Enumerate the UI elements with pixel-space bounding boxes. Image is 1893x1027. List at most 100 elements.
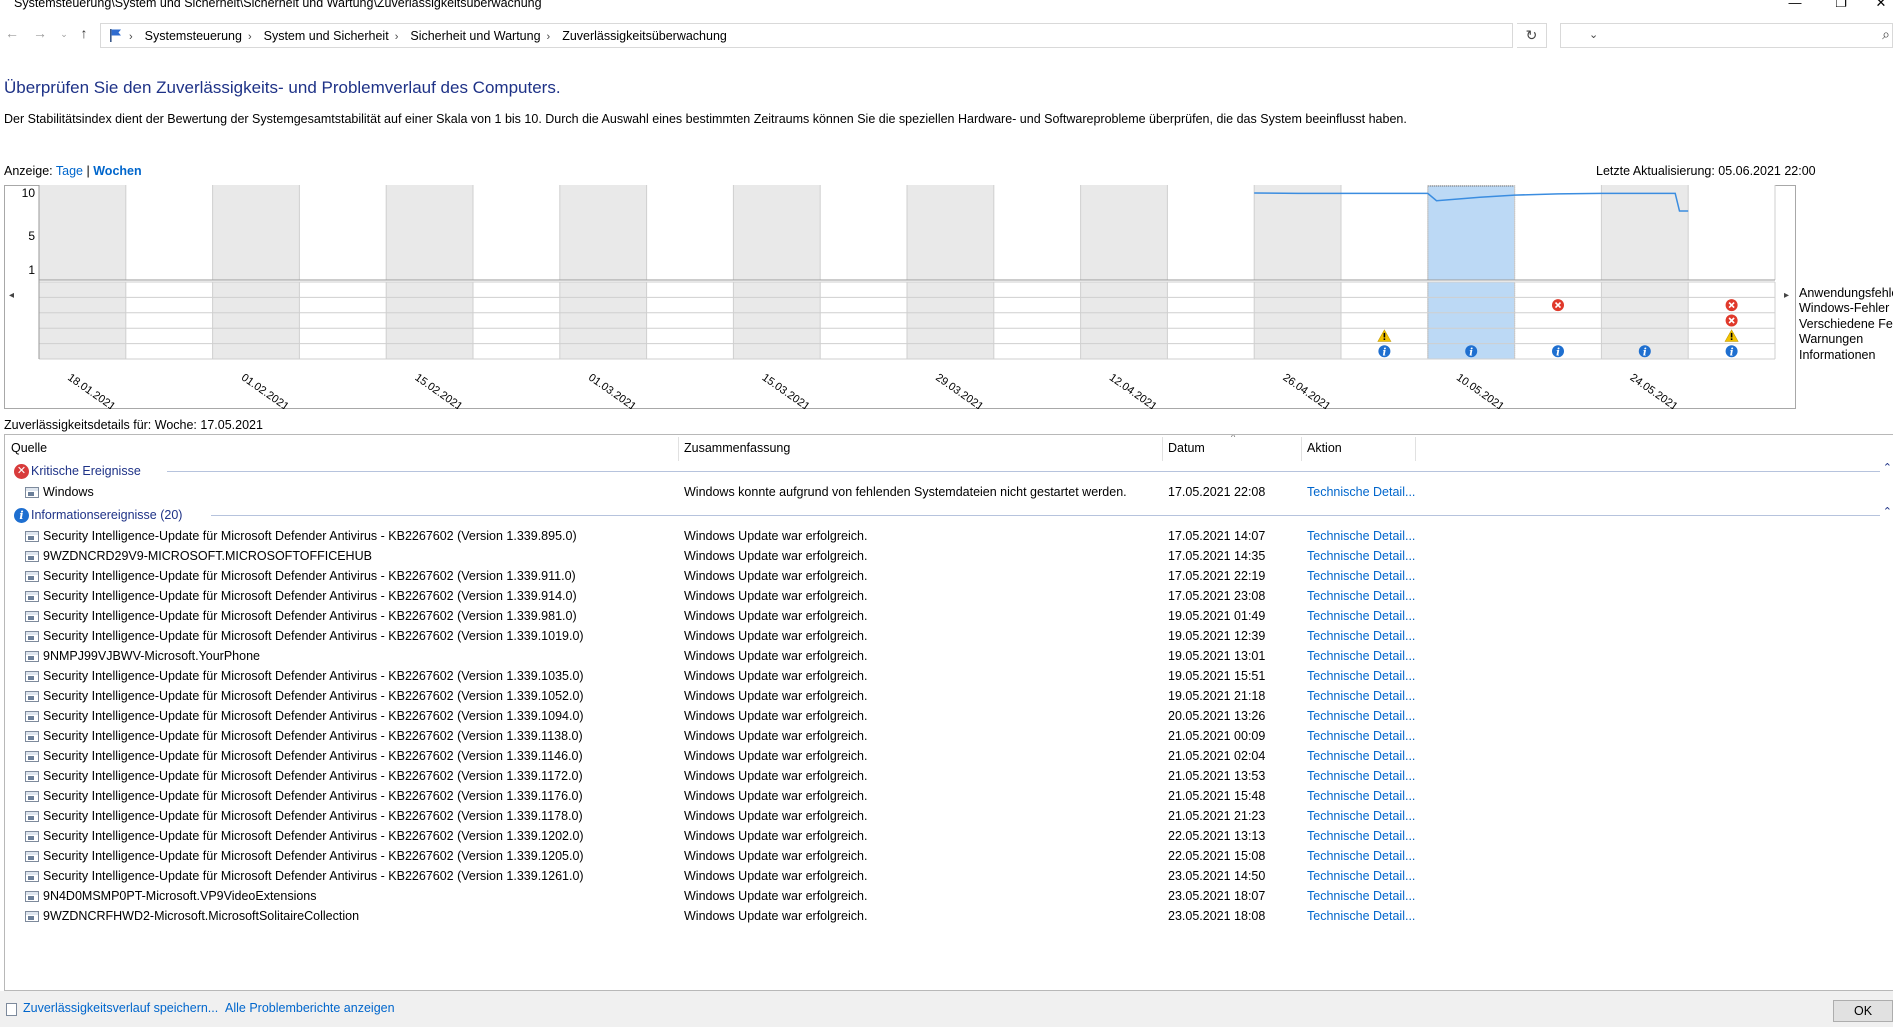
week-event-column[interactable]: [1254, 282, 1341, 359]
table-row[interactable]: Security Intelligence-Update für Microso…: [5, 846, 1893, 866]
column-action[interactable]: Aktion: [1307, 441, 1342, 455]
chart-scroll-left-icon[interactable]: ◂: [9, 290, 14, 301]
all-problem-reports-link[interactable]: Alle Problemberichte anzeigen: [225, 1001, 395, 1015]
address-box[interactable]: › Systemsteuerung › System und Sicherheit › S…: [100, 23, 1598, 48]
reliability-chart[interactable]: 10 5 1 i i i i i 18.01.2021 01.02.2021 15.02.2021 0…: [4, 185, 1796, 409]
group-critical[interactable]: ✕ Kritische Ereignisse ⌃: [5, 461, 1893, 481]
technical-details-link[interactable]: Technische Detail...: [1307, 729, 1415, 743]
recent-locations-chevron-icon[interactable]: ⌄: [54, 29, 74, 40]
breadcrumb-system-und-sicherheit[interactable]: System und Sicherheit: [264, 29, 389, 43]
table-row[interactable]: 9N4D0MSMP0PT-Microsoft.VP9VideoExtension…: [5, 886, 1893, 906]
week-column[interactable]: [993, 185, 1081, 280]
table-row[interactable]: Security Intelligence-Update für Microso…: [5, 566, 1893, 586]
breadcrumb-chevron-icon[interactable]: ›: [547, 31, 551, 43]
breadcrumb-zuverlaessigkeitsueberwachung[interactable]: Zuverlässigkeitsüberwachung: [562, 29, 727, 43]
table-row[interactable]: Security Intelligence-Update für Microso…: [5, 806, 1893, 826]
table-row[interactable]: Security Intelligence-Update für Microso…: [5, 686, 1893, 706]
week-event-column[interactable]: [559, 282, 647, 359]
table-row[interactable]: Security Intelligence-Update für Microso…: [5, 586, 1893, 606]
breadcrumb-chevron-icon[interactable]: ›: [395, 31, 399, 43]
close-button[interactable]: ✕: [1858, 0, 1893, 11]
technical-details-link[interactable]: Technische Detail...: [1307, 649, 1415, 663]
technical-details-link[interactable]: Technische Detail...: [1307, 589, 1415, 603]
group-info[interactable]: i Informationsereignisse (20) ⌃: [5, 505, 1893, 525]
week-event-column[interactable]: [39, 282, 126, 359]
week-column[interactable]: [733, 185, 821, 280]
week-column[interactable]: [1167, 185, 1255, 280]
up-arrow-icon[interactable]: ↑: [74, 25, 94, 41]
week-column[interactable]: [1601, 185, 1689, 280]
week-column[interactable]: [39, 185, 126, 280]
table-row[interactable]: Security Intelligence-Update für Microso…: [5, 526, 1893, 546]
week-event-column[interactable]: [993, 282, 1081, 359]
table-row[interactable]: Security Intelligence-Update für Microso…: [5, 786, 1893, 806]
collapse-chevron-icon[interactable]: ⌃: [1883, 505, 1892, 518]
view-days-link[interactable]: Tage: [56, 164, 83, 178]
week-event-column[interactable]: [473, 282, 560, 359]
technical-details-link[interactable]: Technische Detail...: [1307, 849, 1415, 863]
back-arrow-icon[interactable]: ←: [2, 25, 22, 41]
technical-details-link[interactable]: Technische Detail...: [1307, 549, 1415, 563]
technical-details-link[interactable]: Technische Detail...: [1307, 529, 1415, 543]
view-weeks-link[interactable]: Wochen: [93, 164, 141, 178]
week-event-column[interactable]: [1167, 282, 1255, 359]
minimize-button[interactable]: —: [1772, 0, 1818, 10]
save-history-link[interactable]: Zuverlässigkeitsverlauf speichern...: [23, 1001, 218, 1015]
table-row[interactable]: Security Intelligence-Update für Microso…: [5, 726, 1893, 746]
ok-button[interactable]: OK: [1833, 1000, 1893, 1022]
week-column[interactable]: [1514, 185, 1602, 280]
technical-details-link[interactable]: Technische Detail...: [1307, 669, 1415, 683]
technical-details-link[interactable]: Technische Detail...: [1307, 689, 1415, 703]
breadcrumb-chevron-icon[interactable]: ›: [248, 31, 252, 43]
table-row[interactable]: Security Intelligence-Update für Microso…: [5, 746, 1893, 766]
technical-details-link[interactable]: Technische Detail...: [1307, 609, 1415, 623]
breadcrumb-systemsteuerung[interactable]: Systemsteuerung: [145, 29, 242, 43]
week-event-column[interactable]: [1080, 282, 1168, 359]
week-column[interactable]: [212, 185, 300, 280]
week-column[interactable]: [646, 185, 734, 280]
technical-details-link[interactable]: Technische Detail...: [1307, 789, 1415, 803]
table-row[interactable]: 9WZDNCRFHWD2-Microsoft.MicrosoftSolitair…: [5, 906, 1893, 926]
table-row[interactable]: Security Intelligence-Update für Microso…: [5, 866, 1893, 886]
technical-details-link[interactable]: Technische Detail...: [1307, 809, 1415, 823]
week-column[interactable]: [473, 185, 560, 280]
week-column[interactable]: [1341, 185, 1428, 280]
search-input[interactable]: ⌕: [1560, 23, 1893, 48]
refresh-icon[interactable]: ↻: [1517, 23, 1547, 48]
week-event-column[interactable]: [125, 282, 213, 359]
table-row[interactable]: 9WZDNCRD29V9-MICROSOFT.MICROSOFTOFFICEHU…: [5, 546, 1893, 566]
collapse-chevron-icon[interactable]: ⌃: [1883, 461, 1892, 474]
column-source[interactable]: Quelle: [11, 441, 47, 455]
technical-details-link[interactable]: Technische Detail...: [1307, 869, 1415, 883]
technical-details-link[interactable]: Technische Detail...: [1307, 909, 1415, 923]
week-column[interactable]: [1080, 185, 1168, 280]
week-event-column[interactable]: [820, 282, 907, 359]
technical-details-link[interactable]: Technische Detail...: [1307, 485, 1415, 499]
technical-details-link[interactable]: Technische Detail...: [1307, 629, 1415, 643]
week-event-column[interactable]: [299, 282, 387, 359]
week-event-column[interactable]: [646, 282, 734, 359]
technical-details-link[interactable]: Technische Detail...: [1307, 749, 1415, 763]
chart-scroll-right-icon[interactable]: ▸: [1784, 290, 1789, 301]
table-row[interactable]: Security Intelligence-Update für Microso…: [5, 766, 1893, 786]
technical-details-link[interactable]: Technische Detail...: [1307, 709, 1415, 723]
table-row[interactable]: 9NMPJ99VJBWV-Microsoft.YourPhone Windows …: [5, 646, 1893, 666]
week-column[interactable]: [907, 185, 994, 280]
column-summary[interactable]: Zusammenfassung: [684, 441, 790, 455]
technical-details-link[interactable]: Technische Detail...: [1307, 769, 1415, 783]
column-date[interactable]: Datum: [1168, 441, 1205, 455]
week-event-column[interactable]: [212, 282, 300, 359]
week-column[interactable]: [386, 185, 473, 280]
week-column[interactable]: [820, 185, 907, 280]
table-row[interactable]: Security Intelligence-Update für Microso…: [5, 626, 1893, 646]
week-column[interactable]: [1254, 185, 1341, 280]
breadcrumb-sicherheit-und-wartung[interactable]: Sicherheit und Wartung: [410, 29, 540, 43]
technical-details-link[interactable]: Technische Detail...: [1307, 889, 1415, 903]
week-event-column[interactable]: [733, 282, 821, 359]
technical-details-link[interactable]: Technische Detail...: [1307, 569, 1415, 583]
table-row[interactable]: Windows Windows konnte aufgrund von fehle…: [5, 482, 1893, 502]
table-row[interactable]: Security Intelligence-Update für Microso…: [5, 826, 1893, 846]
week-column[interactable]: [559, 185, 647, 280]
week-column[interactable]: [1688, 185, 1775, 280]
table-row[interactable]: Security Intelligence-Update für Microso…: [5, 666, 1893, 686]
